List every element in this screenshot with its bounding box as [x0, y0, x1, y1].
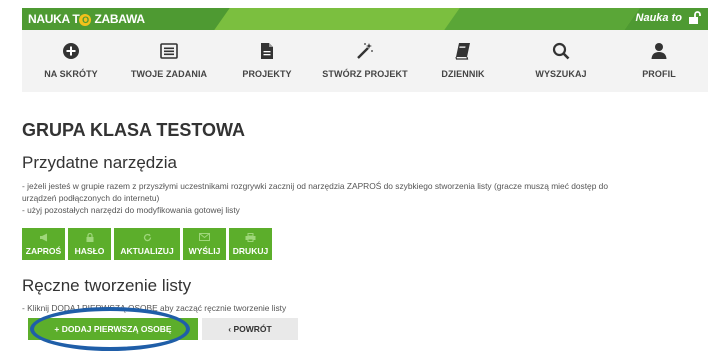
nav-search[interactable]: WYSZUKAJ: [512, 30, 610, 92]
tools-description-line: urządzeń podłączonych do internetu): [22, 193, 160, 203]
nav-your-tasks[interactable]: TWOJE ZADANIA: [120, 30, 218, 92]
highlight-ellipse: [30, 307, 190, 351]
invite-button[interactable]: ZAPROŚ: [22, 228, 65, 260]
book-icon: [455, 43, 470, 60]
send-button[interactable]: WYŚLIJ: [183, 228, 226, 260]
nav-label: NA SKRÓTY: [44, 69, 98, 79]
nav-label: STWÓRZ PROJEKT: [322, 69, 408, 79]
magic-wand-icon: [357, 43, 373, 59]
tool-label: ZAPROŚ: [25, 245, 62, 256]
brand-text-right: ZABAWA: [91, 12, 145, 26]
tool-label: DRUKUJ: [232, 245, 269, 256]
envelope-icon: [199, 232, 210, 244]
tool-label: WYŚLIJ: [188, 245, 221, 256]
tools-description-line: - jeżeli jesteś w grupie razem z przyszł…: [22, 181, 608, 191]
tools-description: - jeżeli jesteś w grupie razem z przyszł…: [22, 180, 708, 216]
main-nav: NA SKRÓTY TWOJE ZADANIA PROJEKTY STWÓRZ …: [22, 30, 708, 92]
nav-shortcuts[interactable]: NA SKRÓTY: [22, 30, 120, 92]
nav-label: PROFIL: [642, 69, 676, 79]
list-icon: [160, 43, 178, 59]
tools-description-line: - użyj pozostałych narzędzi do modyfikow…: [22, 205, 240, 215]
printer-icon: [245, 232, 256, 244]
brand-logo[interactable]: NAUKA TO ZABAWA: [28, 12, 145, 26]
nav-label: DZIENNIK: [441, 69, 485, 79]
nav-create-project[interactable]: STWÓRZ PROJEKT: [316, 30, 414, 92]
tool-label: AKTUALIZUJ: [120, 245, 174, 256]
tools-section-title: Przydatne narzędzia: [22, 153, 177, 172]
brand-text-left: NAUKA T: [28, 12, 80, 26]
update-button[interactable]: AKTUALIZUJ: [114, 228, 180, 260]
nav-projects[interactable]: PROJEKTY: [218, 30, 316, 92]
tool-label: HASŁO: [74, 245, 105, 256]
print-button[interactable]: DRUKUJ: [229, 228, 272, 260]
nav-profile[interactable]: PROFIL: [610, 30, 708, 92]
back-button[interactable]: ‹ POWRÓT: [202, 318, 298, 340]
user-name[interactable]: Nauka to: [636, 12, 682, 24]
document-icon: [261, 43, 273, 59]
brand-o-icon: O: [79, 14, 92, 26]
page-title: GRUPA KLASA TESTOWA: [22, 120, 246, 140]
megaphone-icon: [39, 233, 49, 244]
user-icon: [651, 43, 667, 59]
nav-journal[interactable]: DZIENNIK: [414, 30, 512, 92]
banner-stripe-dark: [444, 8, 640, 30]
plus-circle-icon: [63, 43, 79, 59]
refresh-icon: [143, 233, 152, 244]
manual-section-title: Ręczne tworzenie listy: [22, 276, 192, 295]
search-icon: [552, 42, 570, 60]
lock-icon: [86, 232, 94, 244]
password-button[interactable]: HASŁO: [68, 228, 111, 260]
unlock-icon[interactable]: [688, 11, 702, 30]
nav-label: PROJEKTY: [242, 69, 292, 79]
nav-label: TWOJE ZADANIA: [130, 69, 208, 79]
nav-label: WYSZUKAJ: [535, 69, 587, 79]
top-banner: NAUKA TO ZABAWA Nauka to: [22, 8, 708, 30]
tools-toolbar: ZAPROŚ HASŁO AKTUALIZUJ WYŚLIJ DRUKUJ: [22, 228, 272, 260]
